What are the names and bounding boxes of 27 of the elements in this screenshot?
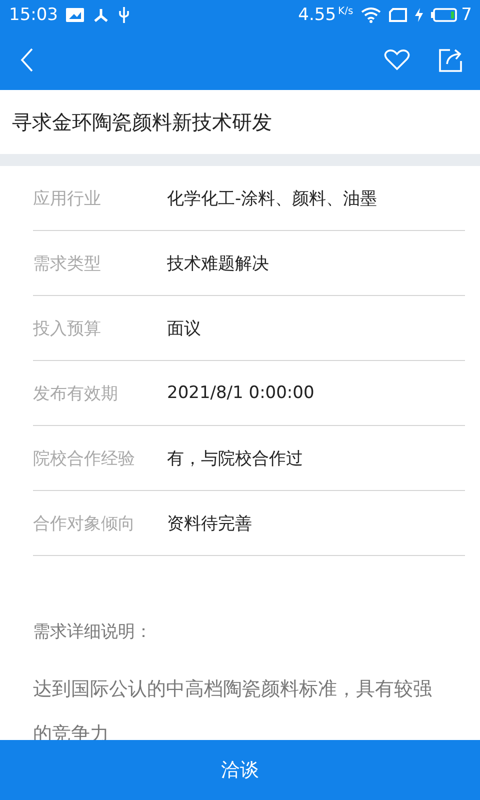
field-value: 化学化工-涂料、颜料、油墨 (167, 188, 378, 210)
field-label: 发布有效期 (33, 382, 119, 404)
field-value: 面议 (167, 318, 201, 340)
speed-unit: K/s (338, 6, 354, 17)
field-value: 有，与院校合作过 (167, 448, 303, 470)
field-value: 2021/8/1 0:00:00 (167, 383, 314, 403)
wifi-icon (361, 7, 382, 23)
usb-icon (118, 6, 130, 24)
field-label: 合作对象倾向 (33, 512, 136, 534)
field-label: 应用行业 (33, 188, 102, 210)
battery-icon (431, 8, 458, 22)
field-value: 技术难题解决 (167, 252, 269, 274)
image-icon (66, 8, 84, 22)
charging-icon (415, 8, 424, 22)
sim-card-icon (389, 8, 408, 22)
field-label: 投入预算 (33, 318, 102, 340)
status-time: 15:03 (9, 5, 58, 25)
battery-level: 7 (461, 5, 472, 25)
network-icon (92, 7, 110, 23)
network-speed: 4.55 (298, 5, 336, 25)
page-title: 寻求金环陶瓷颜料新技术研发 (11, 108, 273, 136)
field-value: 资料待完善 (167, 512, 252, 534)
favorite-button[interactable] (382, 47, 412, 73)
field-label: 院校合作经验 (33, 448, 136, 470)
description-heading: 需求详细说明： (33, 621, 153, 643)
field-label: 需求类型 (33, 252, 102, 274)
negotiate-button[interactable]: 洽谈 (0, 740, 480, 800)
